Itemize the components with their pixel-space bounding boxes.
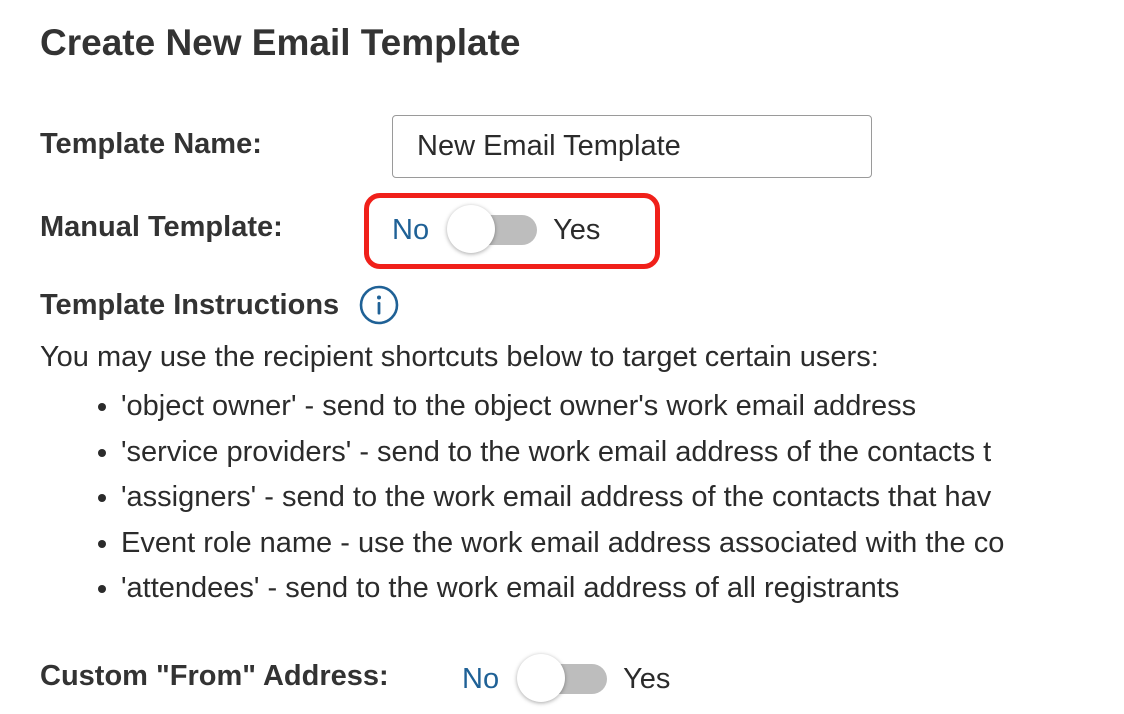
manual-template-switch[interactable]: [447, 205, 539, 255]
instructions-heading: Template Instructions: [40, 285, 399, 325]
list-item: 'service providers' - send to the work e…: [121, 432, 1124, 478]
manual-template-label: Manual Template:: [40, 211, 283, 243]
create-email-template-page: Create New Email Template Template Name:…: [0, 0, 1124, 714]
list-item: Event role name - use the work email add…: [121, 523, 1124, 569]
instructions-intro: You may use the recipient shortcuts belo…: [40, 341, 879, 373]
custom-from-label: Custom "From" Address:: [40, 660, 389, 692]
manual-template-yes-label: Yes: [553, 213, 601, 246]
list-item: 'attendees' - send to the work email add…: [121, 568, 1124, 614]
template-name-label: Template Name:: [40, 128, 262, 160]
instructions-heading-text: Template Instructions: [40, 288, 340, 321]
recipient-shortcut-list: 'object owner' - send to the object owne…: [80, 386, 1124, 614]
custom-from-yes-label: Yes: [623, 662, 671, 695]
manual-template-toggle-group: No Yes: [392, 205, 600, 255]
manual-template-no-label: No: [392, 213, 430, 246]
switch-knob[interactable]: [447, 205, 496, 253]
list-item: 'assigners' - send to the work email add…: [121, 477, 1124, 523]
custom-from-no-label: No: [462, 662, 500, 695]
page-title: Create New Email Template: [40, 22, 521, 63]
template-name-input[interactable]: [392, 115, 872, 178]
list-item: 'object owner' - send to the object owne…: [121, 386, 1124, 432]
custom-from-switch[interactable]: [517, 654, 609, 704]
info-circle-icon[interactable]: [359, 285, 399, 325]
custom-from-toggle-group: No Yes: [462, 654, 670, 704]
switch-knob[interactable]: [517, 654, 566, 702]
